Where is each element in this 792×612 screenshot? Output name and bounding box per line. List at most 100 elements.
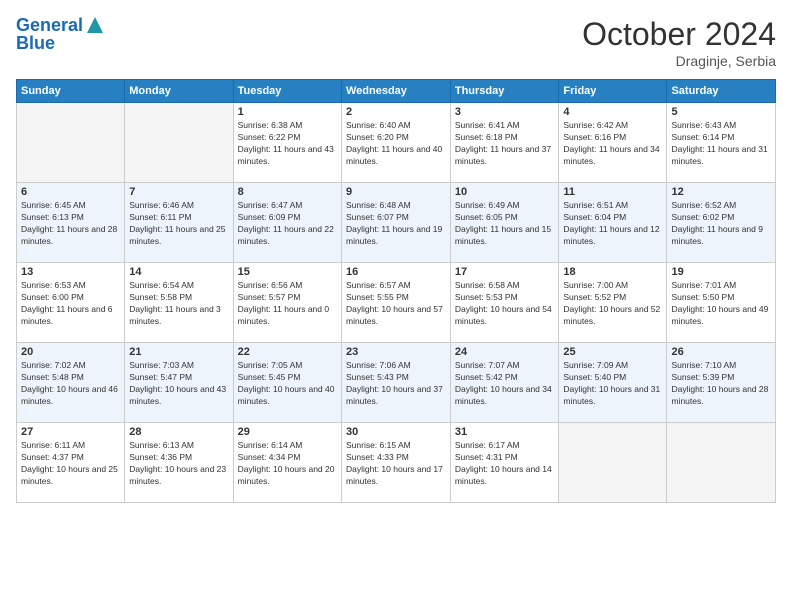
header-tuesday: Tuesday bbox=[233, 80, 341, 103]
day-info: Sunrise: 7:07 AMSunset: 5:42 PMDaylight:… bbox=[455, 360, 555, 408]
logo: General Blue bbox=[16, 16, 105, 54]
day-number: 3 bbox=[455, 106, 555, 118]
day-info: Sunrise: 6:11 AMSunset: 4:37 PMDaylight:… bbox=[21, 440, 120, 488]
table-row: 5Sunrise: 6:43 AMSunset: 6:14 PMDaylight… bbox=[667, 103, 776, 183]
calendar-week-row: 13 Sunrise: 6:53 AMSunset: 6:00 PMDayligh… bbox=[17, 263, 776, 343]
day-info: Sunrise: 6:42 AMSunset: 6:16 PMDaylight:… bbox=[563, 120, 662, 168]
header: General Blue October 2024 Draginje, Serb… bbox=[16, 16, 776, 69]
logo-icon bbox=[85, 15, 105, 35]
table-row: 12Sunrise: 6:52 AMSunset: 6:02 PMDayligh… bbox=[667, 183, 776, 263]
table-row: 27 Sunrise: 6:11 AMSunset: 4:37 PMDayligh… bbox=[17, 423, 125, 503]
table-row bbox=[125, 103, 233, 183]
day-number: 26 bbox=[671, 346, 771, 358]
day-number: 22 bbox=[238, 346, 337, 358]
day-number: 2 bbox=[346, 106, 446, 118]
day-number: 13 bbox=[21, 266, 120, 278]
day-number: 9 bbox=[346, 186, 446, 198]
table-row: 24 Sunrise: 7:07 AMSunset: 5:42 PMDayligh… bbox=[450, 343, 559, 423]
day-info: Sunrise: 6:53 AMSunset: 6:00 PMDaylight:… bbox=[21, 280, 120, 328]
table-row bbox=[667, 423, 776, 503]
table-row: 30 Sunrise: 6:15 AMSunset: 4:33 PMDayligh… bbox=[341, 423, 450, 503]
day-info: Sunrise: 6:58 AMSunset: 5:53 PMDaylight:… bbox=[455, 280, 555, 328]
location-subtitle: Draginje, Serbia bbox=[582, 53, 776, 69]
header-saturday: Saturday bbox=[667, 80, 776, 103]
day-info: Sunrise: 6:40 AMSunset: 6:20 PMDaylight:… bbox=[346, 120, 446, 168]
table-row: 8Sunrise: 6:47 AMSunset: 6:09 PMDaylight… bbox=[233, 183, 341, 263]
day-info: Sunrise: 7:06 AMSunset: 5:43 PMDaylight:… bbox=[346, 360, 446, 408]
calendar-week-row: 6Sunrise: 6:45 AMSunset: 6:13 PMDaylight… bbox=[17, 183, 776, 263]
title-block: October 2024 Draginje, Serbia bbox=[582, 16, 776, 69]
day-number: 25 bbox=[563, 346, 662, 358]
page: General Blue October 2024 Draginje, Serb… bbox=[0, 0, 792, 612]
day-number: 29 bbox=[238, 426, 337, 438]
table-row: 9 Sunrise: 6:48 AMSunset: 6:07 PMDaylight… bbox=[341, 183, 450, 263]
table-row: 20Sunrise: 7:02 AMSunset: 5:48 PMDayligh… bbox=[17, 343, 125, 423]
table-row: 23 Sunrise: 7:06 AMSunset: 5:43 PMDayligh… bbox=[341, 343, 450, 423]
table-row: 29 Sunrise: 6:14 AMSunset: 4:34 PMDayligh… bbox=[233, 423, 341, 503]
calendar-week-row: 27 Sunrise: 6:11 AMSunset: 4:37 PMDayligh… bbox=[17, 423, 776, 503]
day-number: 14 bbox=[129, 266, 228, 278]
calendar-week-row: 20Sunrise: 7:02 AMSunset: 5:48 PMDayligh… bbox=[17, 343, 776, 423]
day-number: 7 bbox=[129, 186, 228, 198]
day-number: 19 bbox=[671, 266, 771, 278]
table-row: 11Sunrise: 6:51 AMSunset: 6:04 PMDayligh… bbox=[559, 183, 667, 263]
day-info: Sunrise: 6:38 AMSunset: 6:22 PMDaylight:… bbox=[238, 120, 337, 168]
day-info: Sunrise: 7:10 AMSunset: 5:39 PMDaylight:… bbox=[671, 360, 771, 408]
day-info: Sunrise: 6:45 AMSunset: 6:13 PMDaylight:… bbox=[21, 200, 120, 248]
day-number: 30 bbox=[346, 426, 446, 438]
day-info: Sunrise: 6:17 AMSunset: 4:31 PMDaylight:… bbox=[455, 440, 555, 488]
table-row: 7Sunrise: 6:46 AMSunset: 6:11 PMDaylight… bbox=[125, 183, 233, 263]
table-row: 3 Sunrise: 6:41 AMSunset: 6:18 PMDaylight… bbox=[450, 103, 559, 183]
table-row: 16 Sunrise: 6:57 AMSunset: 5:55 PMDayligh… bbox=[341, 263, 450, 343]
header-monday: Monday bbox=[125, 80, 233, 103]
day-info: Sunrise: 6:56 AMSunset: 5:57 PMDaylight:… bbox=[238, 280, 337, 328]
day-info: Sunrise: 6:54 AMSunset: 5:58 PMDaylight:… bbox=[129, 280, 228, 328]
day-number: 27 bbox=[21, 426, 120, 438]
day-number: 23 bbox=[346, 346, 446, 358]
table-row: 14 Sunrise: 6:54 AMSunset: 5:58 PMDayligh… bbox=[125, 263, 233, 343]
day-number: 18 bbox=[563, 266, 662, 278]
day-info: Sunrise: 6:14 AMSunset: 4:34 PMDaylight:… bbox=[238, 440, 337, 488]
day-number: 31 bbox=[455, 426, 555, 438]
day-number: 10 bbox=[455, 186, 555, 198]
header-wednesday: Wednesday bbox=[341, 80, 450, 103]
calendar-table: Sunday Monday Tuesday Wednesday Thursday… bbox=[16, 79, 776, 503]
day-info: Sunrise: 6:13 AMSunset: 4:36 PMDaylight:… bbox=[129, 440, 228, 488]
table-row: 10 Sunrise: 6:49 AMSunset: 6:05 PMDayligh… bbox=[450, 183, 559, 263]
day-number: 1 bbox=[238, 106, 337, 118]
day-info: Sunrise: 7:09 AMSunset: 5:40 PMDaylight:… bbox=[563, 360, 662, 408]
day-number: 17 bbox=[455, 266, 555, 278]
day-number: 8 bbox=[238, 186, 337, 198]
header-sunday: Sunday bbox=[17, 80, 125, 103]
table-row: 2 Sunrise: 6:40 AMSunset: 6:20 PMDaylight… bbox=[341, 103, 450, 183]
day-info: Sunrise: 7:05 AMSunset: 5:45 PMDaylight:… bbox=[238, 360, 337, 408]
table-row: 22 Sunrise: 7:05 AMSunset: 5:45 PMDayligh… bbox=[233, 343, 341, 423]
day-info: Sunrise: 6:57 AMSunset: 5:55 PMDaylight:… bbox=[346, 280, 446, 328]
table-row: 17 Sunrise: 6:58 AMSunset: 5:53 PMDayligh… bbox=[450, 263, 559, 343]
day-info: Sunrise: 6:49 AMSunset: 6:05 PMDaylight:… bbox=[455, 200, 555, 248]
table-row: 19Sunrise: 7:01 AMSunset: 5:50 PMDayligh… bbox=[667, 263, 776, 343]
table-row: 4 Sunrise: 6:42 AMSunset: 6:16 PMDaylight… bbox=[559, 103, 667, 183]
day-number: 20 bbox=[21, 346, 120, 358]
table-row: 6Sunrise: 6:45 AMSunset: 6:13 PMDaylight… bbox=[17, 183, 125, 263]
calendar-header-row: Sunday Monday Tuesday Wednesday Thursday… bbox=[17, 80, 776, 103]
day-info: Sunrise: 7:03 AMSunset: 5:47 PMDaylight:… bbox=[129, 360, 228, 408]
day-info: Sunrise: 6:41 AMSunset: 6:18 PMDaylight:… bbox=[455, 120, 555, 168]
day-number: 4 bbox=[563, 106, 662, 118]
day-info: Sunrise: 6:48 AMSunset: 6:07 PMDaylight:… bbox=[346, 200, 446, 248]
day-number: 15 bbox=[238, 266, 337, 278]
table-row: 25 Sunrise: 7:09 AMSunset: 5:40 PMDayligh… bbox=[559, 343, 667, 423]
day-number: 16 bbox=[346, 266, 446, 278]
table-row bbox=[17, 103, 125, 183]
table-row: 31 Sunrise: 6:17 AMSunset: 4:31 PMDayligh… bbox=[450, 423, 559, 503]
header-friday: Friday bbox=[559, 80, 667, 103]
day-info: Sunrise: 6:15 AMSunset: 4:33 PMDaylight:… bbox=[346, 440, 446, 488]
table-row: 1 Sunrise: 6:38 AMSunset: 6:22 PMDaylight… bbox=[233, 103, 341, 183]
month-title: October 2024 bbox=[582, 16, 776, 53]
day-number: 28 bbox=[129, 426, 228, 438]
day-info: Sunrise: 6:51 AMSunset: 6:04 PMDaylight:… bbox=[563, 200, 662, 248]
table-row: 18Sunrise: 7:00 AMSunset: 5:52 PMDayligh… bbox=[559, 263, 667, 343]
logo-blue-text: Blue bbox=[16, 34, 55, 54]
day-number: 5 bbox=[671, 106, 771, 118]
day-number: 24 bbox=[455, 346, 555, 358]
